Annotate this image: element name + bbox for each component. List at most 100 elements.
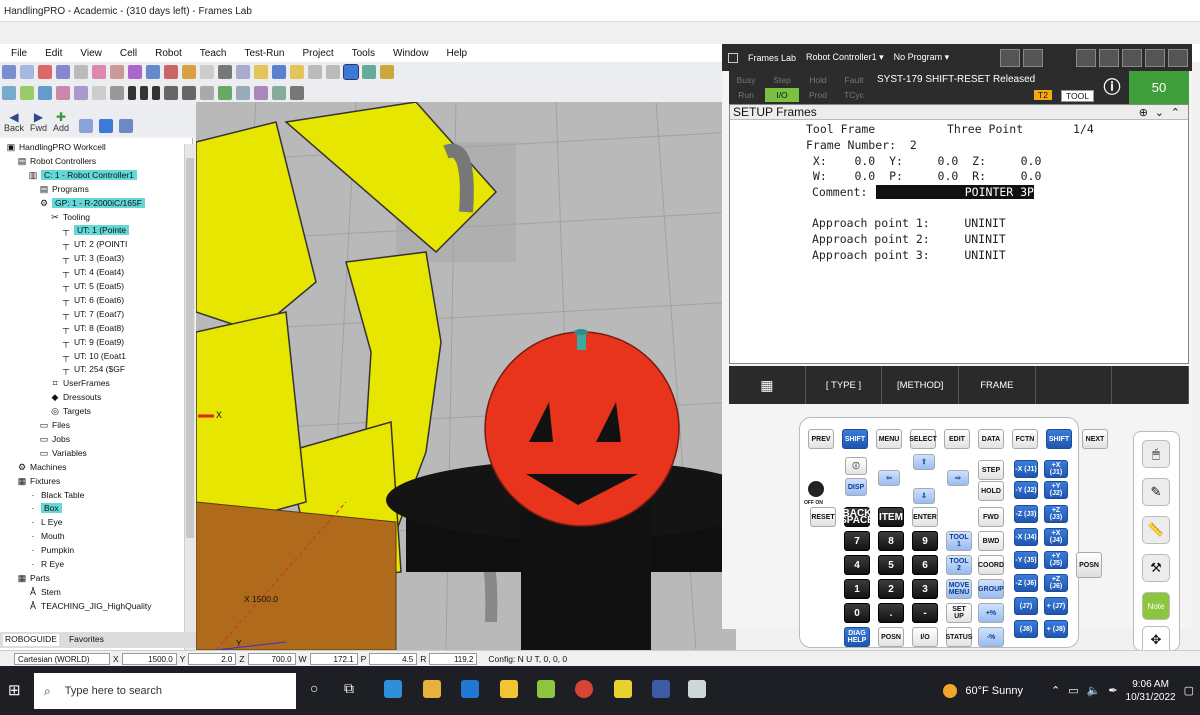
arrow-down-icon[interactable] <box>290 86 304 100</box>
mouse-icon[interactable]: 🖱 <box>1142 440 1170 468</box>
tree-item[interactable]: ┬ UT: 7 (Eoat7) <box>61 307 124 321</box>
move-icon[interactable] <box>38 65 52 79</box>
instruction-icon[interactable] <box>56 86 70 100</box>
key-7[interactable]: 7 <box>844 531 870 551</box>
pen-icon[interactable]: ✒ <box>1108 684 1117 697</box>
edit-key[interactable]: EDIT <box>944 429 970 449</box>
fkey-grid[interactable]: ▦ <box>729 366 806 404</box>
arrow-down-key[interactable]: ⇩ <box>913 488 935 504</box>
tree-item[interactable]: ┬ UT: 10 (Eoat1 <box>61 349 126 363</box>
jog-plus-z-key[interactable]: +Z (J3) <box>1044 505 1068 523</box>
menu-cell[interactable]: Cell <box>111 48 146 59</box>
lcd-comment-value[interactable]: POINTER 3P <box>876 185 1034 199</box>
teach-enable-switch[interactable] <box>808 481 824 497</box>
tree-item[interactable]: ▦ Parts <box>17 571 50 585</box>
flag-app-icon[interactable] <box>652 680 670 698</box>
view-icon[interactable] <box>92 65 106 79</box>
tree-item[interactable]: ▭ Variables <box>39 446 87 460</box>
zoom-out-icon[interactable] <box>20 65 34 79</box>
disp-key[interactable]: DISP <box>845 478 867 496</box>
scrollbar-thumb[interactable] <box>186 158 194 538</box>
pendant-help-icon[interactable] <box>1145 48 1165 67</box>
hand-icon[interactable] <box>200 65 214 79</box>
gear-icon[interactable] <box>92 86 106 100</box>
chevron-up-icon[interactable]: ⌃ <box>1051 684 1060 697</box>
menu-file[interactable]: File <box>2 48 36 59</box>
pan-icon[interactable] <box>74 65 88 79</box>
pendant-expand-icon[interactable] <box>1122 48 1142 67</box>
pendant-brake-icon[interactable] <box>1099 48 1119 67</box>
prev-key[interactable]: PREV <box>808 429 834 449</box>
zoom-icon[interactable]: ⊕ <box>1139 106 1148 119</box>
posn-side-button[interactable]: POSN <box>1076 552 1102 578</box>
folder-app-icon[interactable] <box>500 680 518 698</box>
key-4[interactable]: 4 <box>844 555 870 575</box>
open-icon[interactable] <box>254 65 268 79</box>
coord-key[interactable]: COORD <box>978 555 1004 575</box>
item-key[interactable]: ITEM <box>878 507 904 527</box>
key-8[interactable]: 8 <box>878 531 904 551</box>
key-6[interactable]: 6 <box>912 555 938 575</box>
group-key[interactable]: GROUP <box>978 579 1004 599</box>
jog-plus-j8-key[interactable]: + (J8) <box>1044 620 1068 638</box>
override-up-key[interactable]: +% <box>978 603 1004 623</box>
next-key[interactable]: NEXT <box>1082 429 1108 449</box>
reset-icon[interactable] <box>182 86 196 100</box>
forward-button[interactable]: ▶ Fwd <box>30 111 47 133</box>
tab-favorites[interactable]: Favorites <box>67 634 106 646</box>
roboguide-icon[interactable] <box>614 680 632 698</box>
menu-edit[interactable]: Edit <box>36 48 71 59</box>
pause-icon[interactable] <box>140 86 148 100</box>
setup-key[interactable]: SET UP <box>946 603 972 623</box>
controller-select[interactable]: Robot Controller1 ▾ <box>806 52 884 63</box>
jog-minus-j7-key[interactable]: (J7) <box>1014 597 1038 615</box>
mail-icon[interactable] <box>461 680 479 698</box>
step-icon[interactable] <box>2 86 16 100</box>
teach-icon[interactable] <box>20 86 34 100</box>
program-select[interactable]: No Program ▾ <box>894 52 950 63</box>
key-3[interactable]: 3 <box>912 579 938 599</box>
tree-item[interactable]: ✂ Tooling <box>50 210 90 224</box>
fkey-type[interactable]: [ TYPE ] <box>806 366 883 404</box>
reset-key[interactable]: RESET <box>810 507 836 527</box>
jog-minus-z-j6-key[interactable]: -Z (J6) <box>1014 574 1038 592</box>
tool2-key[interactable]: TOOL 2 <box>946 555 972 575</box>
select-key[interactable]: SELECT <box>909 429 937 449</box>
y-value[interactable]: 2.0 <box>188 652 237 665</box>
touchup-icon[interactable] <box>38 86 52 100</box>
monitor-icon[interactable] <box>254 86 268 100</box>
bwd-key[interactable]: BWD <box>978 531 1004 551</box>
fctn-key[interactable]: FCTN <box>1012 429 1038 449</box>
menu-project[interactable]: Project <box>293 48 342 59</box>
add-button[interactable]: ✚ Add <box>53 111 69 133</box>
bottle-app-icon[interactable] <box>688 680 706 698</box>
fkey-5[interactable] <box>1036 366 1113 404</box>
key-5[interactable]: 5 <box>878 555 904 575</box>
key-1[interactable]: 1 <box>844 579 870 599</box>
filter-icon[interactable] <box>119 119 134 133</box>
z-value[interactable]: 700.0 <box>247 652 296 665</box>
jog-plus-z-j6-key[interactable]: +Z (J6) <box>1044 574 1068 592</box>
tree-item[interactable]: ⚙ GP: 1 - R-2000iC/165F <box>39 196 145 210</box>
network-icon[interactable]: ▭ <box>1068 684 1078 697</box>
ruler-icon[interactable] <box>182 65 196 79</box>
jog-icon[interactable] <box>164 65 178 79</box>
r-value[interactable]: 119.2 <box>429 652 478 665</box>
key-minus[interactable]: - <box>912 603 938 623</box>
jog-plus-x-key[interactable]: +X (J1) <box>1044 460 1068 478</box>
profile-icon[interactable] <box>272 86 286 100</box>
diag-help-key[interactable]: DIAG HELP <box>844 627 870 647</box>
tree-item[interactable]: · Black Table <box>28 488 85 502</box>
chevron-down-icon[interactable]: ⌄ <box>1155 106 1164 119</box>
fkey-method[interactable]: [METHOD] <box>882 366 960 404</box>
tree-item[interactable]: ┬ UT: 6 (Eoat6) <box>61 293 124 307</box>
jog-minus-y-key[interactable]: -Y (J2) <box>1014 481 1038 499</box>
tree-item[interactable]: ┬ UT: 3 (Eoat3) <box>61 251 124 265</box>
tree-item[interactable]: Å TEACHING_JIG_HighQuality <box>28 599 152 613</box>
step-key[interactable]: STEP <box>978 460 1004 480</box>
notification-icon[interactable]: ▢ <box>1184 684 1194 697</box>
data-key[interactable]: DATA <box>978 429 1004 449</box>
tree-item[interactable]: ▤ Robot Controllers <box>17 154 96 168</box>
tree-item[interactable]: ▣ HandlingPRO Workcell <box>6 140 106 154</box>
fkey-frame[interactable]: FRAME <box>959 366 1036 404</box>
